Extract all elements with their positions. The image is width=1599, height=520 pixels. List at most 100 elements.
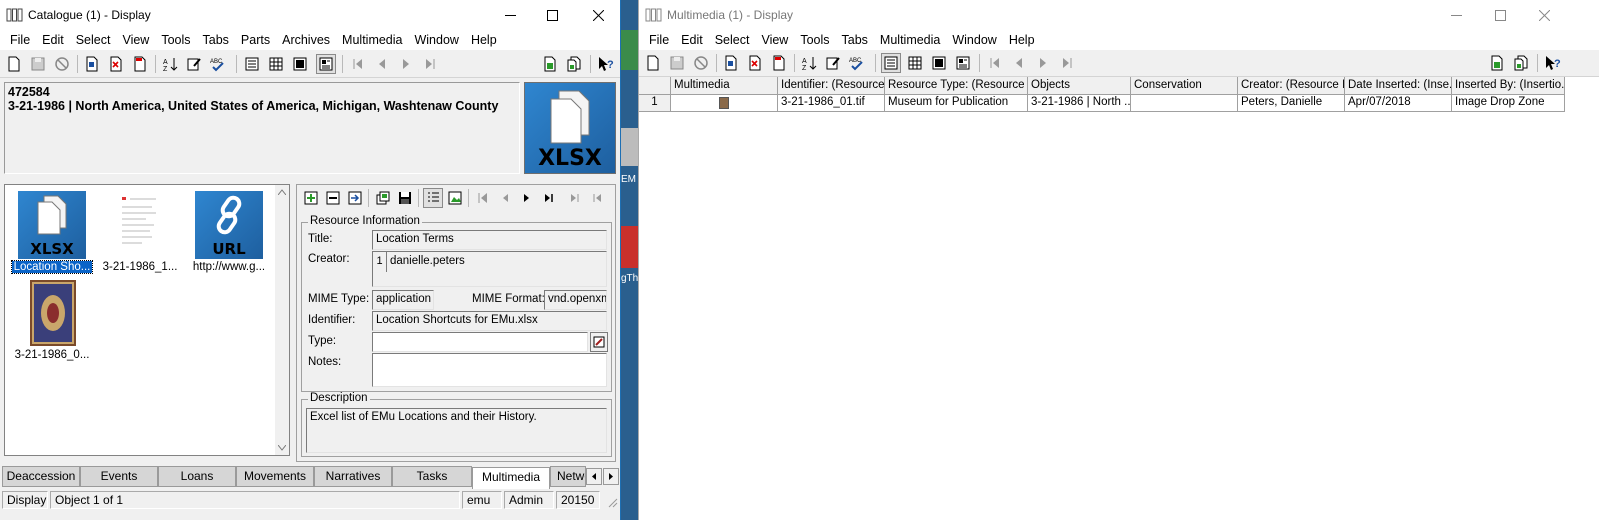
sort-icon[interactable]: AZ [160, 54, 180, 74]
save-icon[interactable] [28, 54, 48, 74]
search-record-icon[interactable] [82, 54, 102, 74]
attach-multiple-icon[interactable] [1511, 53, 1531, 73]
menu-window[interactable]: Window [408, 30, 464, 50]
minimize-button[interactable] [487, 0, 533, 30]
identifier-cell[interactable]: 3-21-1986_01.tif [778, 95, 885, 112]
menu-window[interactable]: Window [946, 30, 1002, 50]
scroll-down-icon[interactable] [278, 445, 286, 451]
delete-record-icon[interactable] [745, 53, 765, 73]
spellcheck-icon[interactable]: ABC [847, 53, 867, 73]
details-view-icon[interactable] [242, 54, 262, 74]
tab-movements[interactable]: Movements [236, 466, 314, 487]
go-to-attachment-icon[interactable] [345, 188, 365, 208]
gallery-item[interactable]: XLSX Location Sho... [11, 191, 93, 274]
tab-multimedia[interactable]: Multimedia [472, 467, 550, 489]
maximize-button[interactable] [529, 0, 575, 30]
column-header[interactable]: Date Inserted: (Inse... [1345, 77, 1452, 95]
menu-tabs[interactable]: Tabs [836, 30, 874, 50]
first-record-icon[interactable] [985, 53, 1005, 73]
menu-help[interactable]: Help [465, 30, 503, 50]
objects-cell[interactable]: 3-21-1986 | North ... [1028, 95, 1131, 112]
menu-view[interactable]: View [116, 30, 155, 50]
properties-view-icon[interactable] [423, 188, 443, 208]
first-record-icon[interactable] [348, 54, 368, 74]
tab-tasks[interactable]: Tasks [392, 466, 472, 487]
spellcheck-icon[interactable]: ABC [208, 54, 228, 74]
contents-view-icon[interactable] [953, 53, 973, 73]
cancel-icon[interactable] [52, 54, 72, 74]
scroll-up-icon[interactable] [278, 189, 286, 195]
menu-view[interactable]: View [755, 30, 794, 50]
minimize-button[interactable] [1433, 0, 1479, 30]
menu-edit[interactable]: Edit [675, 30, 709, 50]
tab-scroll-left-button[interactable] [586, 468, 602, 485]
previous-record-icon[interactable] [372, 54, 392, 74]
column-header[interactable]: Creator: (Resource I... [1238, 77, 1345, 95]
creator-cell[interactable]: Peters, Danielle [1238, 95, 1345, 112]
menu-tools[interactable]: Tools [155, 30, 196, 50]
multimedia-gallery[interactable]: XLSX Location Sho... 3-21-1986_1... URL [4, 184, 290, 456]
column-header[interactable]: Resource Type: (Resource ... [885, 77, 1028, 95]
new-record-icon[interactable] [643, 53, 663, 73]
delete-record-icon[interactable] [106, 54, 126, 74]
menu-help[interactable]: Help [1003, 30, 1041, 50]
edit-icon[interactable] [184, 54, 204, 74]
attach-icon[interactable] [540, 54, 560, 74]
tab-scroll-right-button[interactable] [603, 468, 619, 485]
column-header[interactable]: Multimedia [671, 77, 778, 95]
type-field[interactable] [372, 332, 588, 352]
column-header[interactable]: Objects [1028, 77, 1131, 95]
menu-edit[interactable]: Edit [36, 30, 70, 50]
row-number[interactable]: 1 [639, 95, 671, 112]
menu-file[interactable]: File [4, 30, 36, 50]
results-grid[interactable]: Multimedia Identifier: (Resource... Reso… [639, 77, 1599, 520]
tab-deaccession[interactable]: Deaccession [2, 466, 80, 487]
attach-icon[interactable] [1487, 53, 1507, 73]
help-pointer-icon[interactable]: ? [1543, 53, 1563, 73]
resize-grip-icon[interactable] [606, 496, 618, 508]
gallery-item[interactable]: 3-21-1986_0... [12, 279, 92, 361]
menu-multimedia[interactable]: Multimedia [874, 30, 946, 50]
menu-tabs[interactable]: Tabs [197, 30, 235, 50]
remove-attachment-icon[interactable] [323, 188, 343, 208]
add-attachment-icon[interactable] [301, 188, 321, 208]
mime-format-field[interactable]: vnd.openxml [544, 290, 607, 310]
list-view-icon[interactable] [905, 53, 925, 73]
page-view-icon[interactable] [929, 53, 949, 73]
multimedia-cell[interactable] [671, 95, 778, 112]
gallery-scrollbar[interactable] [275, 185, 289, 455]
column-header[interactable]: Conservation [1131, 77, 1238, 95]
cancel-icon[interactable] [691, 53, 711, 73]
gallery-item[interactable]: URL http://www.g... [189, 191, 269, 273]
sort-icon[interactable]: AZ [799, 53, 819, 73]
image-view-icon[interactable] [445, 188, 465, 208]
close-button[interactable] [1521, 0, 1567, 30]
tab-narratives[interactable]: Narratives [314, 466, 392, 487]
first-attachment-icon[interactable] [473, 188, 493, 208]
maximize-button[interactable] [1477, 0, 1523, 30]
date-inserted-cell[interactable]: Apr/07/2018 [1345, 95, 1452, 112]
next-record-icon[interactable] [396, 54, 416, 74]
conservation-cell[interactable] [1131, 95, 1238, 112]
contents-view-icon[interactable] [316, 54, 336, 74]
report-icon[interactable] [130, 54, 150, 74]
previous-attachment-icon[interactable] [495, 188, 515, 208]
tab-loans[interactable]: Loans [158, 466, 236, 487]
close-button[interactable] [575, 0, 620, 30]
report-icon[interactable] [769, 53, 789, 73]
mime-type-field[interactable]: application [372, 290, 434, 310]
new-record-icon[interactable] [4, 54, 24, 74]
next-attachment-icon[interactable] [517, 188, 537, 208]
inserted-by-cell[interactable]: Image Drop Zone [1452, 95, 1565, 112]
creator-field[interactable]: 1 danielle.peters [372, 251, 607, 287]
menu-archives[interactable]: Archives [276, 30, 336, 50]
identifier-field[interactable]: Location Shortcuts for EMu.xlsx [372, 311, 607, 331]
notes-field[interactable] [372, 353, 607, 387]
menu-file[interactable]: File [643, 30, 675, 50]
column-header[interactable]: Inserted By: (Insertio... [1452, 77, 1565, 95]
edit-icon[interactable] [823, 53, 843, 73]
menu-tools[interactable]: Tools [794, 30, 835, 50]
menu-select[interactable]: Select [70, 30, 117, 50]
attach-multiple-icon[interactable] [564, 54, 584, 74]
title-field[interactable]: Location Terms [372, 230, 607, 250]
